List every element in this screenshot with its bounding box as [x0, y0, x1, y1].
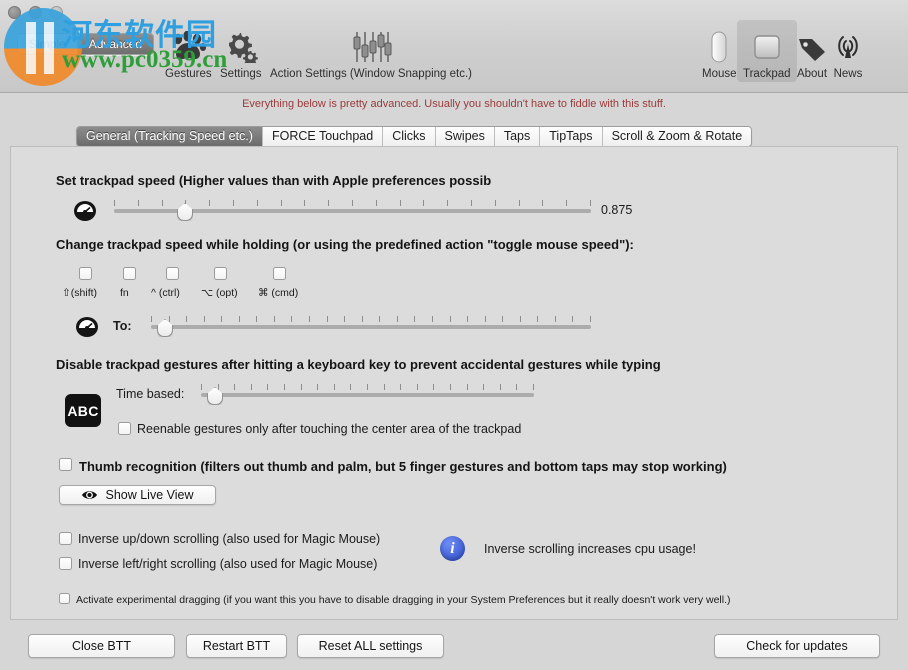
inverse-leftright-label: Inverse left/right scrolling (also used … [78, 557, 377, 571]
inverse-updown-label: Inverse up/down scrolling (also used for… [78, 532, 380, 546]
abc-icon: ABC [65, 394, 101, 427]
tab-swipes[interactable]: Swipes [436, 127, 495, 146]
toolbar-item-action-settings-label: Action Settings (Window Snapping etc.) [270, 68, 472, 80]
footer-bar: Close BTT Restart BTT Reset ALL settings… [0, 622, 908, 670]
mode-segmented-control[interactable]: Simple Advanced [17, 33, 154, 55]
show-live-view-label: Show Live View [105, 488, 193, 502]
toolbar-item-about-label: About [797, 68, 827, 80]
disable-typing-heading: Disable trackpad gestures after hitting … [56, 357, 661, 372]
modifier-speed-to-label: To: [113, 319, 132, 333]
slider-ticks [151, 316, 591, 322]
tab-general[interactable]: General (Tracking Speed etc.) [77, 127, 263, 146]
show-live-view-button[interactable]: Show Live View [59, 485, 216, 505]
slider-ticks [201, 384, 534, 390]
modifier-checkbox-fn[interactable] [123, 267, 136, 280]
mode-simple-option[interactable]: Simple [18, 34, 77, 54]
modifier-label-fn: fn [120, 287, 129, 299]
trackpad-icon [752, 28, 782, 66]
slider-track [151, 325, 591, 329]
reenable-center-label: Reenable gestures only after touching th… [137, 422, 521, 436]
experimental-dragging-label: Activate experimental dragging (if you w… [76, 594, 731, 606]
toolbar-item-trackpad[interactable]: Trackpad [737, 20, 797, 82]
toolbar-item-trackpad-label: Trackpad [743, 68, 791, 80]
broadcast-icon [832, 28, 864, 66]
tab-taps[interactable]: Taps [495, 127, 540, 146]
slider-track [201, 393, 534, 397]
inverse-leftright-checkbox[interactable] [59, 557, 72, 570]
trackpad-speed-heading: Set trackpad speed (Higher values than w… [56, 173, 491, 188]
mode-advanced-option[interactable]: Advanced [77, 34, 153, 54]
window-controls [8, 6, 63, 19]
toolbar-item-mouse[interactable]: Mouse [696, 20, 743, 82]
speedometer-icon-2 [75, 316, 99, 343]
reenable-center-checkbox[interactable] [118, 422, 131, 435]
modifier-checkbox-shift[interactable] [79, 267, 92, 280]
check-for-updates-button[interactable]: Check for updates [714, 634, 880, 658]
faders-icon [350, 28, 392, 66]
toolbar-item-settings-label: Settings [220, 68, 262, 80]
paw-print-icon [170, 28, 206, 66]
modifier-speed-heading: Change trackpad speed while holding (or … [56, 237, 634, 252]
modifier-checkbox-opt[interactable] [214, 267, 227, 280]
thumb-recognition-checkbox[interactable] [59, 458, 72, 471]
toolbar: Simple Advanced Gestures [0, 0, 908, 93]
restart-btt-button[interactable]: Restart BTT [186, 634, 287, 658]
tab-tiptaps[interactable]: TipTaps [540, 127, 602, 146]
reset-all-settings-button[interactable]: Reset ALL settings [297, 634, 444, 658]
tab-clicks[interactable]: Clicks [383, 127, 435, 146]
close-button[interactable] [8, 6, 21, 19]
advanced-warning-text: Everything below is pretty advanced. Usu… [0, 98, 908, 110]
toolbar-item-gestures[interactable]: Gestures [159, 20, 218, 82]
info-icon: i [440, 536, 465, 561]
tag-icon [796, 28, 828, 66]
toolbar-item-gestures-label: Gestures [165, 68, 212, 80]
app-window: Simple Advanced Gestures [0, 0, 908, 670]
mouse-icon [708, 28, 730, 66]
gears-icon [224, 28, 258, 66]
modifier-label-shift: ⇧(shift) [62, 287, 97, 299]
trackpad-speed-slider[interactable] [114, 200, 591, 218]
time-based-label: Time based: [116, 387, 184, 401]
modifier-checkbox-ctrl[interactable] [166, 267, 179, 280]
inverse-scrolling-note: Inverse scrolling increases cpu usage! [484, 542, 696, 556]
tab-bar[interactable]: General (Tracking Speed etc.) FORCE Touc… [76, 126, 752, 147]
thumb-recognition-label: Thumb recognition (filters out thumb and… [79, 459, 727, 474]
modifier-label-ctrl: ^ (ctrl) [151, 287, 180, 299]
zoom-button[interactable] [50, 6, 63, 19]
modifier-label-cmd: ⌘ (cmd) [258, 287, 298, 299]
toolbar-item-news[interactable]: News [826, 20, 870, 82]
experimental-dragging-checkbox[interactable] [59, 593, 70, 604]
modifier-checkbox-cmd[interactable] [273, 267, 286, 280]
toolbar-item-mouse-label: Mouse [702, 68, 737, 80]
toolbar-item-settings[interactable]: Settings [214, 20, 268, 82]
tab-force-touchpad[interactable]: FORCE Touchpad [263, 127, 383, 146]
close-btt-button[interactable]: Close BTT [28, 634, 175, 658]
settings-panel: Set trackpad speed (Higher values than w… [10, 146, 898, 620]
trackpad-speed-value: 0.875 [601, 203, 632, 217]
eye-icon [81, 489, 98, 501]
minimize-button[interactable] [29, 6, 42, 19]
speedometer-icon [73, 200, 97, 227]
toolbar-item-news-label: News [834, 68, 863, 80]
toolbar-item-action-settings[interactable]: Action Settings (Window Snapping etc.) [264, 20, 478, 82]
modifier-speed-slider[interactable] [151, 316, 591, 334]
modifier-label-opt: ⌥ (opt) [201, 287, 238, 299]
inverse-updown-checkbox[interactable] [59, 532, 72, 545]
tab-scroll-zoom-rotate[interactable]: Scroll & Zoom & Rotate [603, 127, 752, 146]
time-based-slider[interactable] [201, 384, 534, 402]
